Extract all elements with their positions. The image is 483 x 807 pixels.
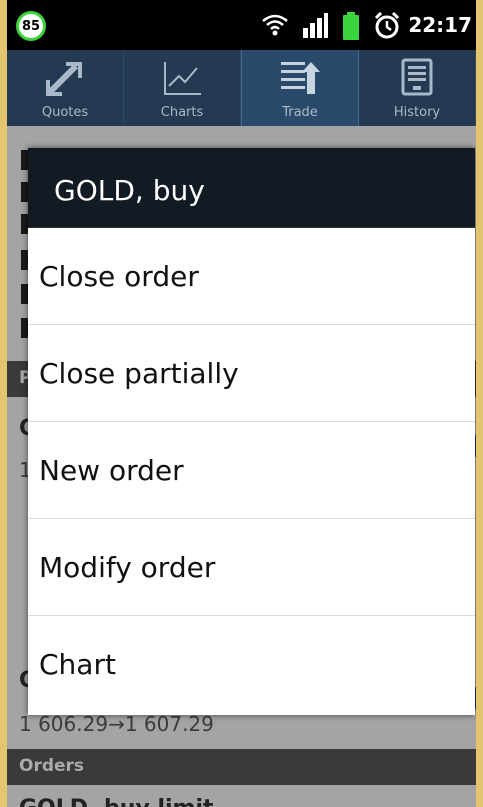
- tab-label: Trade: [282, 105, 318, 120]
- menu-item-modify-order[interactable]: Modify order: [28, 519, 475, 616]
- quotes-icon: [46, 62, 82, 96]
- menu-item-chart[interactable]: Chart: [28, 616, 475, 713]
- history-icon: [401, 58, 433, 96]
- status-bar: 85 22:17: [7, 0, 476, 50]
- signal-icon: [303, 13, 328, 38]
- tab-quotes[interactable]: Quotes: [7, 50, 124, 126]
- tab-charts[interactable]: Charts: [124, 50, 241, 126]
- tab-label: Charts: [160, 105, 204, 120]
- main-tab-bar: Quotes Charts Trade History: [7, 50, 476, 126]
- wifi-icon: [262, 14, 288, 36]
- menu-item-close-partially[interactable]: Close partially: [28, 325, 475, 422]
- tab-label: Quotes: [41, 105, 89, 120]
- app-screen: 85 22:17 Quotes Charts Trade History P 1…: [7, 0, 476, 807]
- order-context-dialog: GOLD, buy Close order Close partially Ne…: [28, 148, 475, 715]
- tab-label: History: [393, 105, 441, 120]
- menu-item-new-order[interactable]: New order: [28, 422, 475, 519]
- clock-time: 22:17: [408, 13, 472, 37]
- battery-level-badge: 85: [16, 11, 46, 41]
- battery-icon: [343, 12, 359, 40]
- tab-trade[interactable]: Trade: [241, 50, 359, 126]
- charts-icon: [164, 62, 201, 95]
- menu-item-close-order[interactable]: Close order: [28, 228, 475, 325]
- tab-history[interactable]: History: [359, 50, 476, 126]
- alarm-icon: [374, 12, 400, 39]
- trade-icon: [281, 62, 320, 94]
- dialog-title: GOLD, buy: [28, 148, 475, 228]
